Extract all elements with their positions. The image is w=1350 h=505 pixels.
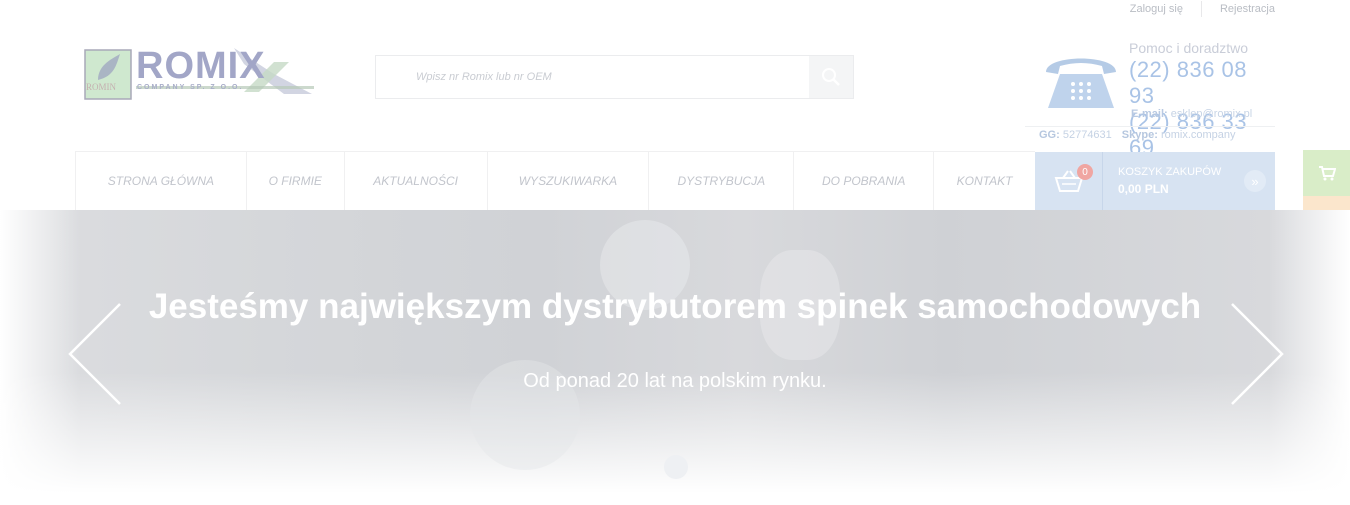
gg-number[interactable]: 52774631 <box>1063 129 1112 141</box>
skype-link[interactable]: romix.company <box>1161 129 1236 141</box>
search-input[interactable] <box>376 56 810 98</box>
cart-arrow-icon: » <box>1244 170 1266 192</box>
search-icon <box>822 68 840 86</box>
slider-next-button[interactable] <box>1226 302 1286 406</box>
email-label: E-mail: <box>1131 108 1168 120</box>
contact-info: Pomoc i doradztwo (22) 836 08 93 (22) 83… <box>1129 40 1279 161</box>
slider-prev-button[interactable] <box>66 302 126 406</box>
chevron-right-icon <box>1231 303 1284 405</box>
top-links: Zaloguj się Rejestracja <box>1130 0 1275 17</box>
hero-title: Jesteśmy największym dystrybutorem spine… <box>148 287 1202 326</box>
romix-logo[interactable]: ROMIX COMPANY SP. Z O.O. ROMIN <box>84 44 316 102</box>
hero-slider: Jesteśmy największym dystrybutorem spine… <box>0 210 1350 505</box>
gg-label: GG: <box>1039 129 1060 141</box>
cart-icon <box>1318 166 1336 181</box>
side-tab-cart[interactable] <box>1303 150 1350 196</box>
messenger-row: GG: 52774631 Skype: romix.company <box>1025 126 1275 141</box>
cart-count-badge: 0 <box>1077 164 1093 180</box>
cart-total: 0,00 PLN <box>1118 182 1169 196</box>
search-bar <box>375 55 854 99</box>
slider-dot[interactable] <box>664 455 688 479</box>
main-nav: STRONA GŁÓWNA O FIRMIE AKTUALNOŚCI WYSZU… <box>75 151 1035 210</box>
logo-badge-text: ROMIN <box>86 82 117 92</box>
register-link[interactable]: Rejestracja <box>1220 3 1275 15</box>
phone-number-1[interactable]: (22) 836 08 93 <box>1129 57 1279 109</box>
nav-item-news[interactable]: AKTUALNOŚCI <box>345 152 488 210</box>
phone-icon <box>1046 58 1116 108</box>
cart-button[interactable]: 0 KOSZYK ZAKUPÓW 0,00 PLN » <box>1035 152 1275 210</box>
hero-subtitle: Od ponad 20 lat na polskim rynku. <box>523 370 827 392</box>
cart-label: KOSZYK ZAKUPÓW <box>1118 166 1222 178</box>
top-links-divider <box>1200 0 1202 17</box>
chevron-left-icon <box>68 303 121 405</box>
logo-subtitle: COMPANY SP. Z O.O. <box>137 84 244 91</box>
skype-label: Skype: <box>1121 129 1158 141</box>
email-link[interactable]: esklep@romix.pl <box>1171 108 1252 120</box>
nav-item-search[interactable]: WYSZUKIWARKA <box>488 152 650 210</box>
nav-item-about[interactable]: O FIRMIE <box>247 152 345 210</box>
contact-title: Pomoc i doradztwo <box>1129 40 1249 56</box>
nav-item-home[interactable]: STRONA GŁÓWNA <box>76 152 247 210</box>
cart-icon-wrapper: 0 <box>1035 152 1102 210</box>
nav-item-distribution[interactable]: DYSTRYBUCJA <box>649 152 795 210</box>
cart-summary: KOSZYK ZAKUPÓW 0,00 PLN <box>1118 164 1238 198</box>
logo-brand: ROMIX <box>136 45 266 87</box>
login-link[interactable]: Zaloguj się <box>1130 3 1183 15</box>
email-row: E-mail: esklep@romix.pl <box>1131 108 1252 120</box>
nav-item-contact[interactable]: KONTAKT <box>934 152 1035 210</box>
nav-item-downloads[interactable]: DO POBRANIA <box>794 152 935 210</box>
cart-divider <box>1102 152 1103 210</box>
search-button[interactable] <box>809 56 853 98</box>
